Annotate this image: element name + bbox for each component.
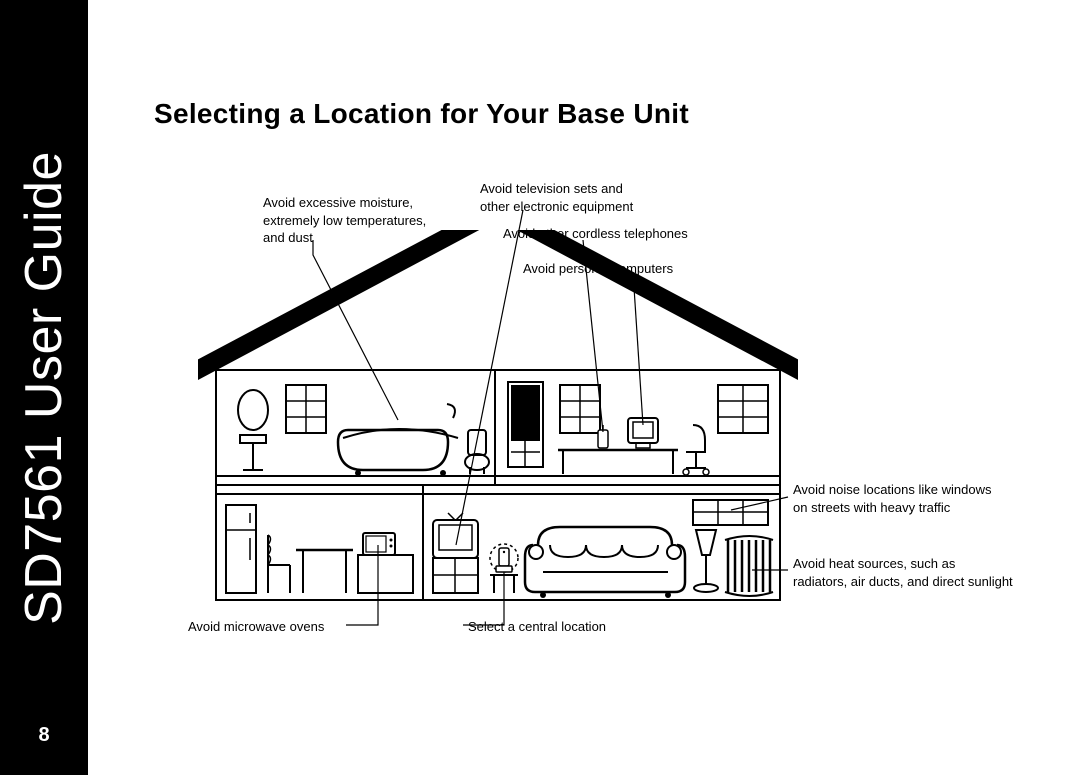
annotation-tv: Avoid television sets andother electroni… <box>480 180 700 215</box>
annotation-heat: Avoid heat sources, such asradiators, ai… <box>793 555 1073 590</box>
annotation-microwave: Avoid microwave ovens <box>188 618 324 636</box>
doc-title: SD7561 User Guide <box>14 151 74 625</box>
page-number: 8 <box>0 724 88 747</box>
annotation-noise: Avoid noise locations like windowson str… <box>793 481 1053 516</box>
page-content: Selecting a Location for Your Base Unit … <box>88 0 1080 775</box>
section-heading: Selecting a Location for Your Base Unit <box>154 98 689 130</box>
house-diagram <box>198 230 798 610</box>
sidebar: SD7561 User Guide 8 <box>0 0 88 775</box>
annotation-central: Select a central location <box>468 618 606 636</box>
